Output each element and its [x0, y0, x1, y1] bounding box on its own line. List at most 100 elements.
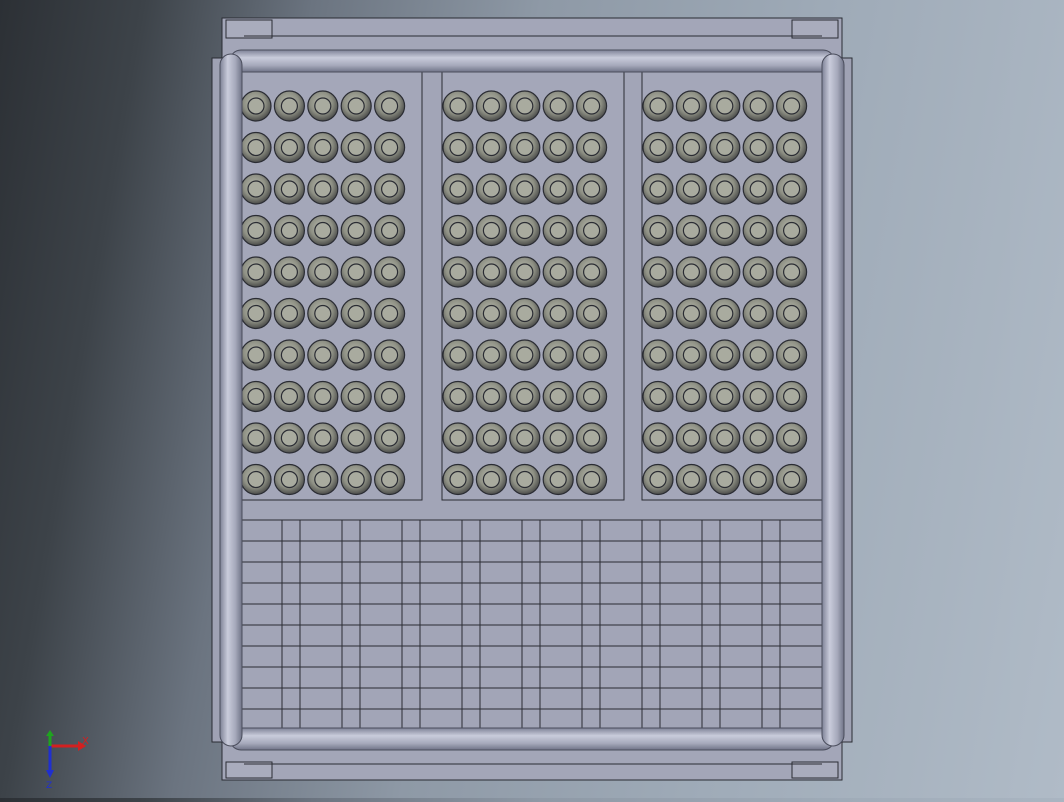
- battery-box-model[interactable]: [0, 0, 1064, 798]
- battery-cell-terminal: [782, 346, 801, 364]
- battery-cell-terminal: [516, 346, 534, 364]
- battery-cell-terminal: [449, 97, 467, 115]
- battery-cell-terminal: [449, 263, 467, 281]
- battery-cell-terminal: [347, 304, 365, 323]
- battery-cell-terminal: [347, 387, 365, 406]
- battery-cell-terminal: [549, 346, 567, 364]
- battery-cell-terminal: [347, 346, 365, 364]
- battery-cell-terminal: [582, 138, 601, 157]
- battery-cell-terminal: [347, 138, 365, 157]
- x-axis-label: X: [82, 736, 89, 747]
- battery-cell-terminal: [247, 346, 265, 364]
- battery-cell-terminal: [280, 470, 298, 489]
- battery-cell-terminal: [749, 346, 767, 364]
- battery-cell-terminal: [516, 138, 534, 157]
- battery-cell-terminal: [280, 138, 298, 157]
- battery-cell-terminal: [247, 180, 265, 198]
- battery-cell-terminal: [582, 180, 601, 198]
- battery-cell-terminal: [582, 221, 601, 240]
- battery-cell-terminal: [314, 429, 332, 447]
- battery-cell-terminal: [549, 470, 567, 489]
- battery-cell-terminal: [649, 138, 667, 157]
- battery-cell-terminal: [716, 470, 734, 489]
- battery-cell-terminal: [516, 429, 534, 447]
- battery-cell-terminal: [247, 470, 265, 489]
- battery-cell-terminal: [716, 263, 734, 281]
- battery-cell-terminal: [381, 470, 399, 489]
- battery-cell-terminal: [782, 97, 801, 115]
- battery-cell-terminal: [749, 221, 767, 240]
- battery-cell-terminal: [280, 263, 298, 281]
- battery-cell-terminal: [314, 263, 332, 281]
- battery-cell-terminal: [381, 429, 399, 447]
- battery-cell-terminal: [749, 180, 767, 198]
- battery-cell-terminal: [381, 221, 399, 240]
- battery-cell-terminal: [749, 470, 767, 489]
- battery-cell-terminal: [247, 387, 265, 406]
- battery-cell-terminal: [280, 97, 298, 115]
- battery-cell-terminal: [381, 180, 399, 198]
- battery-cell-terminal: [549, 387, 567, 406]
- battery-cell-terminal: [549, 221, 567, 240]
- battery-cell-terminal: [280, 387, 298, 406]
- battery-cell-terminal: [582, 346, 601, 364]
- battery-cell-terminal: [682, 346, 701, 364]
- model-viewport[interactable]: X Z: [0, 0, 1064, 798]
- battery-cell-terminal: [649, 221, 667, 240]
- battery-cell-terminal: [682, 470, 701, 489]
- battery-cell-terminal: [549, 263, 567, 281]
- battery-cell-terminal: [582, 97, 601, 115]
- battery-cell-terminal: [649, 429, 667, 447]
- battery-cell-terminal: [749, 263, 767, 281]
- battery-cell-terminal: [582, 387, 601, 406]
- battery-cell-terminal: [749, 429, 767, 447]
- battery-cell-terminal: [247, 97, 265, 115]
- battery-cell-terminal: [482, 138, 500, 157]
- battery-cell-terminal: [247, 138, 265, 157]
- battery-cell-terminal: [482, 263, 500, 281]
- battery-cell-terminal: [749, 138, 767, 157]
- battery-cell-terminal: [449, 429, 467, 447]
- battery-cell-terminal: [314, 304, 332, 323]
- battery-cell-terminal: [516, 180, 534, 198]
- battery-cell-terminal: [247, 429, 265, 447]
- battery-cell-terminal: [347, 97, 365, 115]
- battery-cell-terminal: [516, 470, 534, 489]
- battery-cell-terminal: [381, 97, 399, 115]
- battery-cell-terminal: [682, 304, 701, 323]
- z-axis-label: Z: [46, 781, 52, 790]
- battery-cell-terminal: [516, 387, 534, 406]
- battery-cell-terminal: [347, 221, 365, 240]
- battery-cell-terminal: [381, 346, 399, 364]
- battery-cell-terminal: [782, 387, 801, 406]
- battery-cell-terminal: [449, 138, 467, 157]
- battery-cell-terminal: [682, 138, 701, 157]
- battery-cell-terminal: [449, 387, 467, 406]
- battery-cell-terminal: [482, 470, 500, 489]
- battery-cell-terminal: [782, 221, 801, 240]
- battery-cell-terminal: [782, 429, 801, 447]
- battery-cell-terminal: [247, 304, 265, 323]
- battery-cell-terminal: [314, 470, 332, 489]
- battery-cell-terminal: [549, 429, 567, 447]
- battery-cell-terminal: [716, 138, 734, 157]
- battery-cell-terminal: [482, 429, 500, 447]
- battery-cell-terminal: [649, 346, 667, 364]
- battery-cell-terminal: [280, 221, 298, 240]
- battery-cell-terminal: [449, 304, 467, 323]
- battery-cell-terminal: [482, 180, 500, 198]
- battery-cell-terminal: [516, 221, 534, 240]
- battery-cell-terminal: [449, 470, 467, 489]
- battery-cell-terminal: [782, 180, 801, 198]
- battery-cell-terminal: [516, 97, 534, 115]
- battery-cell-terminal: [649, 97, 667, 115]
- battery-cell-terminal: [314, 221, 332, 240]
- battery-cell-terminal: [716, 180, 734, 198]
- battery-cell-terminal: [314, 346, 332, 364]
- battery-cell-terminal: [314, 97, 332, 115]
- battery-cell-terminal: [482, 221, 500, 240]
- battery-cell-terminal: [347, 180, 365, 198]
- battery-cell-terminal: [782, 138, 801, 157]
- battery-cell-terminal: [247, 263, 265, 281]
- battery-cell-terminal: [749, 387, 767, 406]
